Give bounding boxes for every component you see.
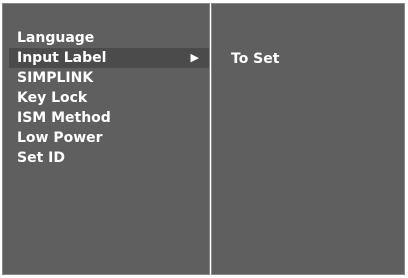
submenu-option-to-set[interactable]: To Set — [231, 51, 279, 67]
menu-item-label: SIMPLINK — [17, 70, 94, 86]
menu-item-ism-method[interactable]: ISM Method — [3, 108, 209, 128]
submenu-option-label: To Set — [231, 51, 280, 67]
submenu-panel: To Set — [211, 3, 405, 275]
main-menu-panel: Language Input Label ▶ SIMPLINK Key Lock… — [2, 3, 210, 275]
menu-item-label: Low Power — [17, 130, 103, 146]
triangle-right-icon: ▶ — [190, 51, 199, 64]
menu-item-label: Key Lock — [17, 90, 88, 106]
menu-item-set-id[interactable]: Set ID — [3, 148, 209, 168]
menu-item-label: Language — [17, 30, 95, 46]
menu-item-language[interactable]: Language — [3, 28, 209, 48]
menu-item-label: Input Label — [17, 50, 107, 66]
menu-item-key-lock[interactable]: Key Lock — [3, 88, 209, 108]
tv-osd-menu: Language Input Label ▶ SIMPLINK Key Lock… — [0, 0, 408, 278]
main-menu-list: Language Input Label ▶ SIMPLINK Key Lock… — [3, 28, 209, 168]
menu-item-label: Set ID — [17, 150, 65, 166]
menu-item-low-power[interactable]: Low Power — [3, 128, 209, 148]
menu-item-label: ISM Method — [17, 110, 111, 126]
menu-item-input-label[interactable]: Input Label ▶ — [9, 48, 209, 68]
menu-item-simplink[interactable]: SIMPLINK — [3, 68, 209, 88]
